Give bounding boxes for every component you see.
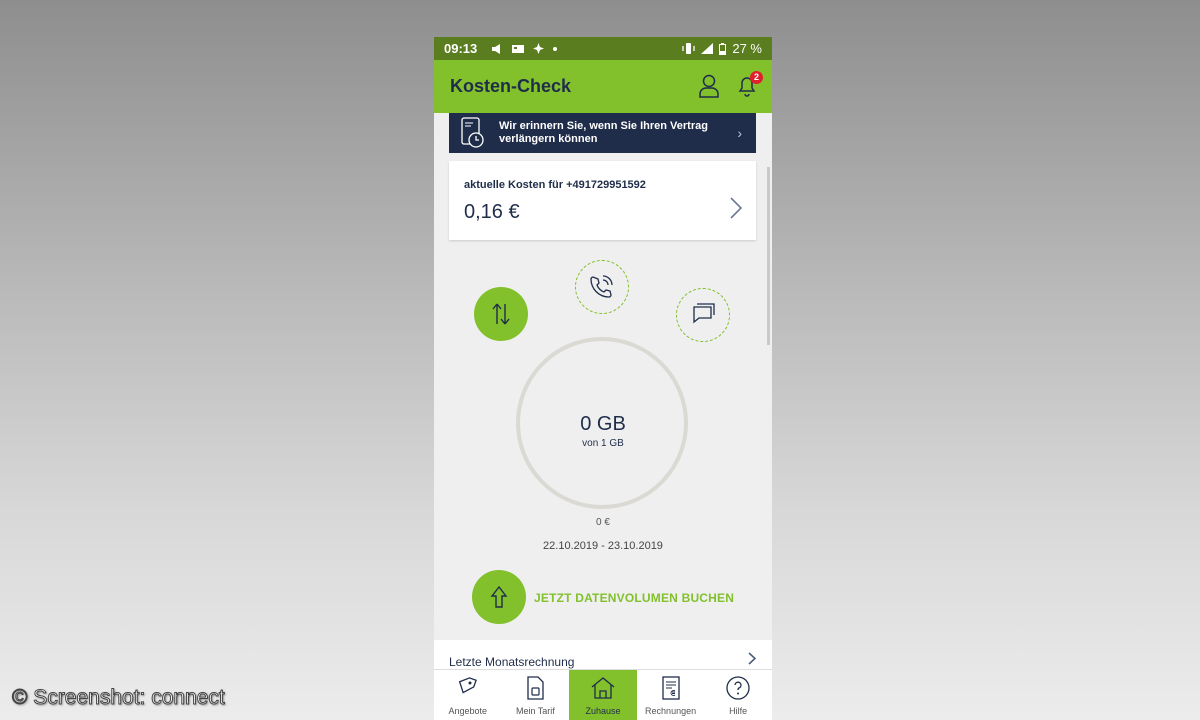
battery-icon	[719, 42, 727, 55]
nav-item-mein-tarif[interactable]: Mein Tarif	[502, 670, 570, 720]
chevron-right-icon: ›	[737, 125, 742, 141]
billing-period: 22.10.2019 - 23.10.2019	[543, 540, 663, 552]
current-costs-value: 0,16 €	[464, 201, 520, 223]
book-data-button[interactable]	[472, 570, 526, 624]
nav-label: Zuhause	[585, 706, 621, 716]
vibrate-icon	[682, 43, 696, 54]
data-usage-toggle[interactable]	[474, 287, 528, 341]
nav-label: Mein Tarif	[515, 706, 555, 716]
user-icon[interactable]	[698, 74, 720, 98]
data-used-value: 0 GB	[580, 413, 626, 435]
status-time: 09:13	[444, 41, 478, 56]
nav-item-zuhause[interactable]: Zuhause	[569, 670, 637, 720]
nav-item-angebote[interactable]: Angebote	[434, 670, 502, 720]
home-icon	[591, 677, 615, 699]
arrow-up-icon	[490, 585, 508, 608]
megaphone-icon	[492, 43, 501, 54]
reminder-text: Wir erinnern Sie, wenn Sie Ihren Vertrag…	[499, 120, 708, 145]
dot-icon	[553, 46, 558, 51]
chevron-right-icon	[730, 197, 742, 219]
nav-label: Angebote	[448, 706, 488, 716]
current-costs-card[interactable]: aktuelle Kosten für +491729951592 0,16 €	[449, 161, 756, 240]
screenshot-watermark: © Screenshot: connect	[12, 686, 226, 710]
status-notification-icons	[491, 43, 558, 54]
page-title: Kosten-Check	[450, 76, 572, 96]
nav-label: Hilfe	[729, 706, 748, 716]
message-icon	[512, 44, 525, 53]
nav-label: Rechnungen	[645, 706, 697, 716]
data-cost-value: 0 €	[596, 517, 610, 528]
nav-item-rechnungen[interactable]: Rechnungen	[637, 670, 705, 720]
chat-bubbles-icon	[693, 303, 715, 324]
last-invoice-label: Letzte Monatsrechnung	[449, 655, 575, 669]
fan-icon	[533, 43, 545, 54]
calls-usage-toggle[interactable]	[575, 260, 629, 314]
invoice-icon	[661, 676, 680, 700]
status-bar: 09:13 27 %	[434, 37, 772, 60]
battery-level: 27 %	[732, 41, 762, 56]
help-icon	[726, 676, 750, 700]
status-right-group: 27 %	[682, 41, 762, 56]
app-bar: Kosten-Check 2	[434, 60, 772, 113]
sim-card-icon	[527, 676, 545, 700]
phone-call-icon	[590, 275, 613, 298]
chevron-right-icon	[748, 652, 756, 665]
notification-badge: 2	[750, 71, 763, 84]
contract-reminder-banner[interactable]: Wir erinnern Sie, wenn Sie Ihren Vertrag…	[449, 113, 756, 153]
contract-clock-icon	[461, 117, 484, 148]
tag-icon	[458, 677, 477, 694]
sms-usage-toggle[interactable]	[676, 288, 730, 342]
signal-icon	[701, 43, 714, 54]
current-costs-label: aktuelle Kosten für +491729951592	[464, 179, 646, 191]
phone-screen: 09:13 27 % Kosten-Check 2 Wir erinnern S…	[434, 37, 772, 720]
data-transfer-icon	[492, 303, 510, 325]
data-total-value: von 1 GB	[582, 438, 624, 449]
scrollbar[interactable]	[767, 167, 770, 345]
book-data-label[interactable]: JETZT DATENVOLUMEN BUCHEN	[534, 591, 734, 605]
nav-item-hilfe[interactable]: Hilfe	[704, 670, 772, 720]
bottom-navigation: Angebote Mein Tarif Zuhause Rechnungen H…	[434, 669, 772, 720]
